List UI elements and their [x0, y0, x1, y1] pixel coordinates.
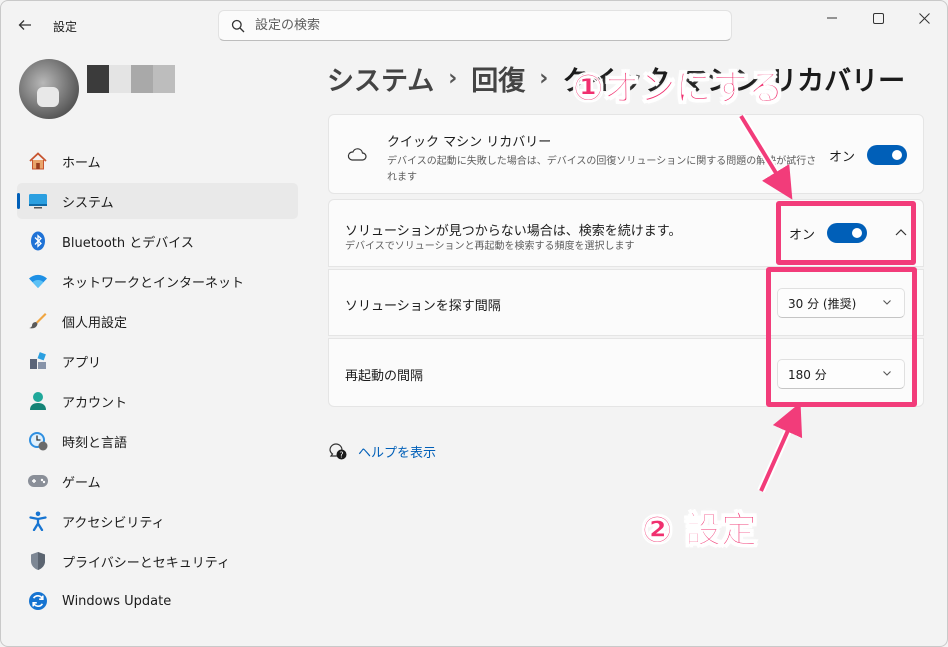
search-box[interactable] — [218, 10, 732, 41]
home-icon — [27, 150, 49, 172]
sidebar-item-label: ホーム — [62, 155, 101, 171]
minimize-icon — [827, 17, 837, 19]
settings-window: 設定 ホーム — [0, 0, 948, 647]
close-icon — [918, 12, 930, 24]
bluetooth-icon — [27, 230, 49, 252]
breadcrumb-separator: › — [448, 66, 458, 91]
minimize-button[interactable] — [809, 1, 855, 35]
sidebar-item-bluetooth[interactable]: Bluetooth とデバイス — [17, 223, 298, 259]
maximize-icon — [872, 12, 884, 24]
time-language-icon — [27, 430, 49, 452]
user-profile[interactable] — [19, 59, 175, 119]
sidebar-nav: ホーム システム Bluetooth とデバイス ネットワークとインターネット … — [17, 143, 298, 623]
sidebar-item-accounts[interactable]: アカウント — [17, 383, 298, 419]
sidebar-item-apps[interactable]: アプリ — [17, 343, 298, 379]
qmr-toggle[interactable] — [867, 145, 907, 165]
sidebar-item-label: システム — [62, 195, 114, 211]
continue-title: ソリューションが見つからない場合は、検索を続けます。 — [345, 224, 682, 239]
sidebar-item-personalization[interactable]: 個人用設定 — [17, 303, 298, 339]
back-arrow-icon — [18, 20, 31, 30]
breadcrumb-separator: › — [539, 66, 549, 91]
title-bar: 設定 — [1, 1, 947, 49]
apps-icon — [27, 350, 49, 372]
annotation-highlight-toggle — [776, 201, 916, 265]
redact-block — [153, 65, 175, 93]
sidebar-item-label: Bluetooth とデバイス — [62, 235, 194, 251]
gamepad-icon — [27, 470, 49, 492]
arrow-to-dropdowns — [757, 411, 800, 493]
sidebar-item-label: 個人用設定 — [62, 315, 128, 331]
close-button[interactable] — [901, 1, 947, 35]
sidebar-item-label: アプリ — [62, 355, 102, 371]
redact-block — [87, 65, 109, 93]
accessibility-icon — [27, 510, 49, 532]
sidebar-item-time-language[interactable]: 時刻と言語 — [17, 423, 298, 459]
sidebar-item-label: 時刻と言語 — [62, 435, 128, 451]
avatar — [19, 59, 79, 119]
sidebar-item-accessibility[interactable]: アクセシビリティ — [17, 503, 298, 539]
sidebar-item-privacy[interactable]: プライバシーとセキュリティ — [17, 543, 298, 579]
windows-update-icon — [27, 590, 49, 612]
sidebar-item-label: Windows Update — [62, 593, 172, 609]
arrow-to-dropdowns-inner — [759, 402, 803, 492]
user-name-redacted — [87, 65, 175, 93]
account-icon — [27, 390, 49, 412]
shield-icon — [27, 550, 49, 572]
sidebar-item-system[interactable]: システム — [17, 183, 298, 219]
cloud-icon — [347, 148, 367, 161]
breadcrumb-recovery[interactable]: 回復 — [471, 59, 525, 98]
redact-block — [131, 65, 153, 93]
annotation-highlight-dropdowns — [766, 267, 917, 407]
search-input[interactable] — [255, 18, 695, 33]
svg-text:?: ? — [339, 451, 343, 460]
sidebar-item-label: ゲーム — [62, 475, 101, 491]
sidebar-item-gaming[interactable]: ゲーム — [17, 463, 298, 499]
restart-interval-title: 再起動の間隔 — [345, 369, 424, 384]
qmr-toggle-label: オン — [828, 149, 855, 165]
back-button[interactable] — [11, 13, 39, 37]
system-icon — [27, 190, 49, 212]
brush-icon — [27, 310, 49, 332]
maximize-button[interactable] — [855, 1, 901, 35]
sidebar-item-network[interactable]: ネットワークとインターネット — [17, 263, 298, 299]
search-interval-title: ソリューションを探す間隔 — [345, 299, 501, 314]
help-link[interactable]: ? ヘルプを表示 — [328, 441, 436, 461]
quick-machine-recovery-card: クイック マシン リカバリー デバイスの起動に失敗した場合は、デバイスの回復ソリ… — [328, 114, 924, 194]
search-icon — [231, 19, 245, 32]
wifi-icon — [27, 270, 49, 292]
sidebar-item-label: プライバシーとセキュリティ — [62, 555, 230, 571]
app-title: 設定 — [53, 20, 78, 34]
help-icon: ? — [329, 443, 347, 460]
sidebar-item-label: アクセシビリティ — [62, 515, 165, 531]
qmr-description: デバイスの起動に失敗した場合は、デバイスの回復ソリューションに関する問題の解決が… — [387, 156, 817, 183]
sidebar-item-label: アカウント — [62, 395, 128, 411]
sidebar-item-windows-update[interactable]: Windows Update — [17, 583, 298, 619]
annotation-step2: ② 設定 — [641, 510, 758, 552]
continue-description: デバイスでソリューションと再起動を検索する頻度を選択します — [345, 241, 635, 252]
sidebar-item-home[interactable]: ホーム — [17, 143, 298, 179]
help-label: ヘルプを表示 — [358, 445, 437, 461]
annotation-step1: ①オンにする — [573, 68, 785, 110]
sidebar-item-label: ネットワークとインターネット — [62, 275, 245, 291]
qmr-title: クイック マシン リカバリー — [387, 135, 552, 150]
redact-block — [109, 65, 131, 93]
breadcrumb-system[interactable]: システム — [327, 59, 434, 98]
qmr-toggle-group: オン — [829, 145, 907, 165]
